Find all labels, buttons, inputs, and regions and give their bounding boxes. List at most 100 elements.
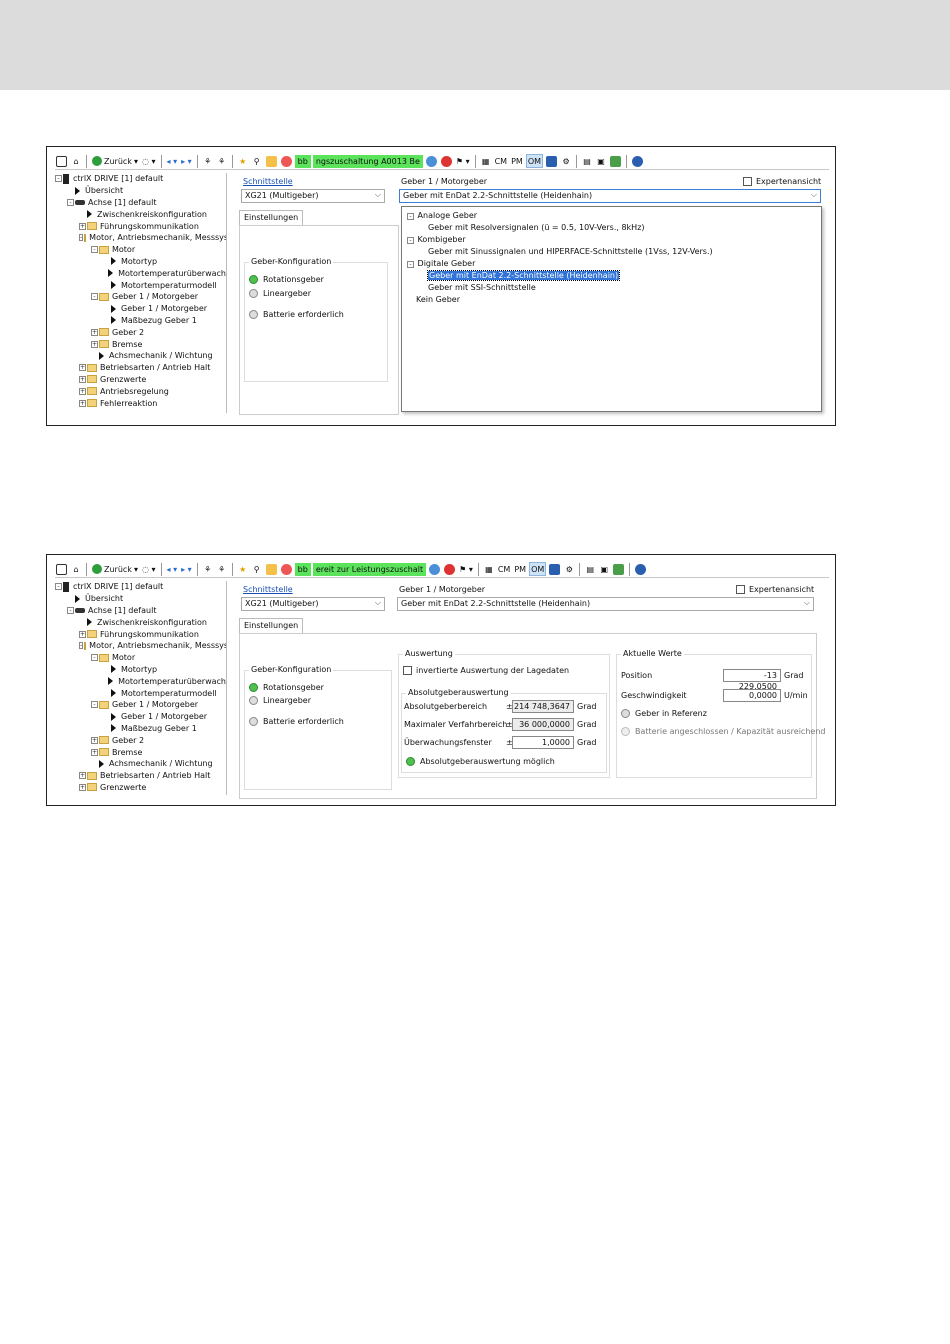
tree-node[interactable]: + Bremse [55,746,226,758]
encoder-select[interactable]: Geber mit EnDat 2.2-Schnittstelle (Heide… [399,189,821,203]
expand-icon[interactable]: + [91,328,98,336]
collapse-icon[interactable]: - [91,293,98,301]
network-scan-icon[interactable]: ⚘ [202,562,214,576]
favorite-star-icon[interactable]: ★ [237,562,249,576]
expand-icon[interactable]: + [79,783,86,791]
expand-icon[interactable]: + [79,364,86,372]
tree-node[interactable]: + Grenzwerte [55,374,226,386]
mode-om[interactable]: OM [525,154,544,168]
tree-node[interactable]: + Betriebsarten / Antrieb Halt [55,362,226,374]
expand-icon[interactable]: + [79,772,86,780]
favorite-star-icon[interactable]: ★ [237,154,249,168]
expand-icon[interactable]: + [79,375,86,383]
mode-pm[interactable]: PM [513,562,527,576]
tree-node[interactable]: Achsmechanik / Wichtung [55,758,226,770]
expand-icon[interactable]: + [79,630,86,638]
parameter-icon[interactable]: ▤ [584,562,596,576]
window-icon[interactable] [55,562,68,576]
tree-node[interactable]: - Motor [55,244,226,256]
invert-checkbox[interactable]: invertierte Auswertung der Lagedaten [403,666,569,675]
nav-up-icon[interactable]: ◂ ▾ [166,154,179,168]
tree-node[interactable]: Übersicht [55,185,226,197]
tree-node[interactable]: Geber 1 / Motorgeber [55,711,226,723]
tab-settings[interactable]: Einstellungen [239,210,304,225]
expert-view-checkbox[interactable]: Expertenansicht [736,585,814,594]
radio-lineargeber[interactable]: Lineargeber [249,289,311,298]
list-icon[interactable] [265,154,278,168]
collapse-icon[interactable]: - [79,234,84,242]
home-icon[interactable]: ⌂ [70,154,82,168]
tree-node[interactable]: Motortemperaturmodell [55,687,226,699]
expand-icon[interactable]: + [91,748,98,756]
home-icon[interactable]: ⌂ [70,562,82,576]
network-scan-icon[interactable]: ⚘ [202,154,214,168]
tree-node[interactable]: + Geber 2 [55,734,226,746]
back-button[interactable]: Zurück ▾ [91,562,139,576]
tree-node[interactable]: + Fehlerreaktion [55,397,226,409]
tree-node[interactable]: - Motor, Antriebsmechanik, Messsys [55,640,226,652]
load-params-icon[interactable] [609,154,622,168]
radio-lineargeber[interactable]: Lineargeber [249,696,311,705]
tree-node[interactable]: - Motor, Antriebsmechanik, Messsys [55,232,226,244]
encoder-select[interactable]: Geber mit EnDat 2.2-Schnittstelle (Heide… [397,597,814,611]
list-icon[interactable] [265,562,278,576]
tree-node[interactable]: + Bremse [55,338,226,350]
tree-node[interactable]: + Führungskommunikation [55,220,226,232]
expand-icon[interactable]: + [79,222,86,230]
collapse-icon[interactable]: - [67,606,74,614]
mode-cm[interactable]: CM [494,154,509,168]
nav-down-icon[interactable]: ▸ ▾ [180,562,193,576]
settings-badge-icon[interactable] [280,154,293,168]
help-icon[interactable] [631,154,644,168]
network-offline-icon[interactable]: ⚘ [216,154,228,168]
tree-node[interactable]: + Antriebsregelung [55,385,226,397]
collapse-icon[interactable]: - [91,654,98,662]
globe-icon[interactable] [428,562,441,576]
option-ssi[interactable]: Geber mit SSI-Schnittstelle [428,283,536,292]
collapse-icon[interactable]: - [91,246,98,254]
tab-settings[interactable]: Einstellungen [239,618,304,633]
expand-icon[interactable]: + [91,340,98,348]
group-kombi[interactable]: - Kombigeber [407,235,466,244]
tree-node[interactable]: + Geber 2 [55,326,226,338]
tree-node[interactable]: Zwischenkreiskonfiguration [55,208,226,220]
tree-node[interactable]: Motortyp [55,664,226,676]
error-icon[interactable] [443,562,456,576]
collapse-icon[interactable]: - [55,583,62,591]
tree-node[interactable]: Motortemperaturmodell [55,279,226,291]
save-params-icon[interactable]: ▣ [595,154,607,168]
option-resolver[interactable]: Geber mit Resolversignalen (ü = 0.5, 10V… [428,223,645,232]
expert-view-checkbox[interactable]: Expertenansicht [743,177,821,186]
option-sinus[interactable]: Geber mit Sinussignalen und HIPERFACE-Sc… [428,247,713,256]
tree-node[interactable]: Geber 1 / Motorgeber [55,303,226,315]
collapse-icon[interactable]: - [91,701,98,709]
schnittstelle-link[interactable]: Schnittstelle [243,585,293,594]
settings-badge-icon[interactable] [280,562,293,576]
network-offline-icon[interactable]: ⚘ [216,562,228,576]
radio-rotationsgeber[interactable]: Rotationsgeber [249,683,324,692]
tree-node[interactable]: + Betriebsarten / Antrieb Halt [55,770,226,782]
interface-select[interactable]: XG21 (Multigeber) ⌵ [241,597,385,611]
tree-node[interactable]: - ctrlX DRIVE [1] default [55,173,226,185]
option-kein[interactable]: Kein Geber [416,295,460,304]
save-params-icon[interactable]: ▣ [598,562,610,576]
group-analog[interactable]: - Analoge Geber [407,211,477,220]
tree-node[interactable]: - Geber 1 / Motorgeber [55,699,226,711]
tree-node[interactable]: + Grenzwerte [55,782,226,794]
error-icon[interactable] [440,154,453,168]
interface-select[interactable]: XG21 (Multigeber) ⌵ [241,189,385,203]
expand-icon[interactable]: + [79,399,86,407]
warning-icon[interactable]: ⚑ ▾ [458,562,474,576]
tools-icon[interactable]: ⚙ [563,562,575,576]
keyboard-icon[interactable] [548,562,561,576]
forward-button[interactable]: ◌ ▾ [141,562,157,576]
tree-node[interactable]: - ctrlX DRIVE [1] default [55,581,226,593]
mode-om[interactable]: OM [529,562,547,576]
tree-node[interactable]: - Geber 1 / Motorgeber [55,291,226,303]
chart-icon[interactable]: ▦ [480,154,492,168]
keyboard-icon[interactable] [545,154,558,168]
tree-node[interactable]: - Achse [1] default [55,605,226,617]
tree-node[interactable]: Maßbezug Geber 1 [55,723,226,735]
tree-node[interactable]: - Achse [1] default [55,197,226,209]
tree-node[interactable]: Motortemperaturüberwach [55,267,226,279]
